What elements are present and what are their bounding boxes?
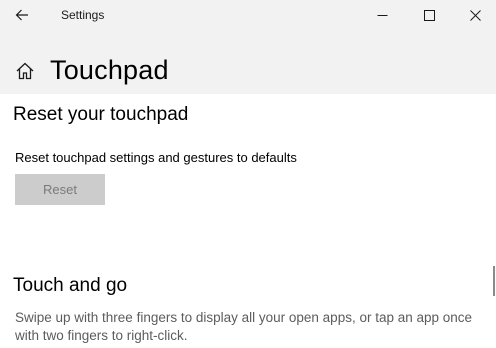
header-area: Settings Touchpad: [0, 0, 496, 94]
reset-description: Reset touchpad settings and gestures to …: [15, 150, 297, 165]
page-header: Touchpad: [0, 50, 496, 90]
home-icon: [15, 61, 35, 81]
back-button[interactable]: [8, 2, 36, 28]
settings-window: Settings Touchpad Reset your touchpad Re…: [0, 0, 496, 348]
maximize-icon: [423, 9, 435, 21]
close-icon: [469, 9, 481, 21]
close-button[interactable]: [452, 0, 496, 30]
reset-section-heading: Reset your touchpad: [13, 104, 189, 125]
reset-button[interactable]: Reset: [15, 174, 105, 205]
touch-and-go-heading: Touch and go: [13, 275, 128, 296]
scrollbar-thumb[interactable]: [493, 266, 495, 296]
page-title: Touchpad: [50, 55, 169, 85]
minimize-icon: [377, 10, 388, 21]
window-title: Settings: [61, 8, 105, 22]
maximize-button[interactable]: [406, 0, 452, 30]
arrow-left-icon: [15, 9, 29, 21]
home-button[interactable]: [12, 58, 38, 84]
touch-and-go-description: Swipe up with three fingers to display a…: [15, 310, 473, 343]
minimize-button[interactable]: [359, 0, 405, 30]
title-bar: Settings: [0, 0, 496, 30]
